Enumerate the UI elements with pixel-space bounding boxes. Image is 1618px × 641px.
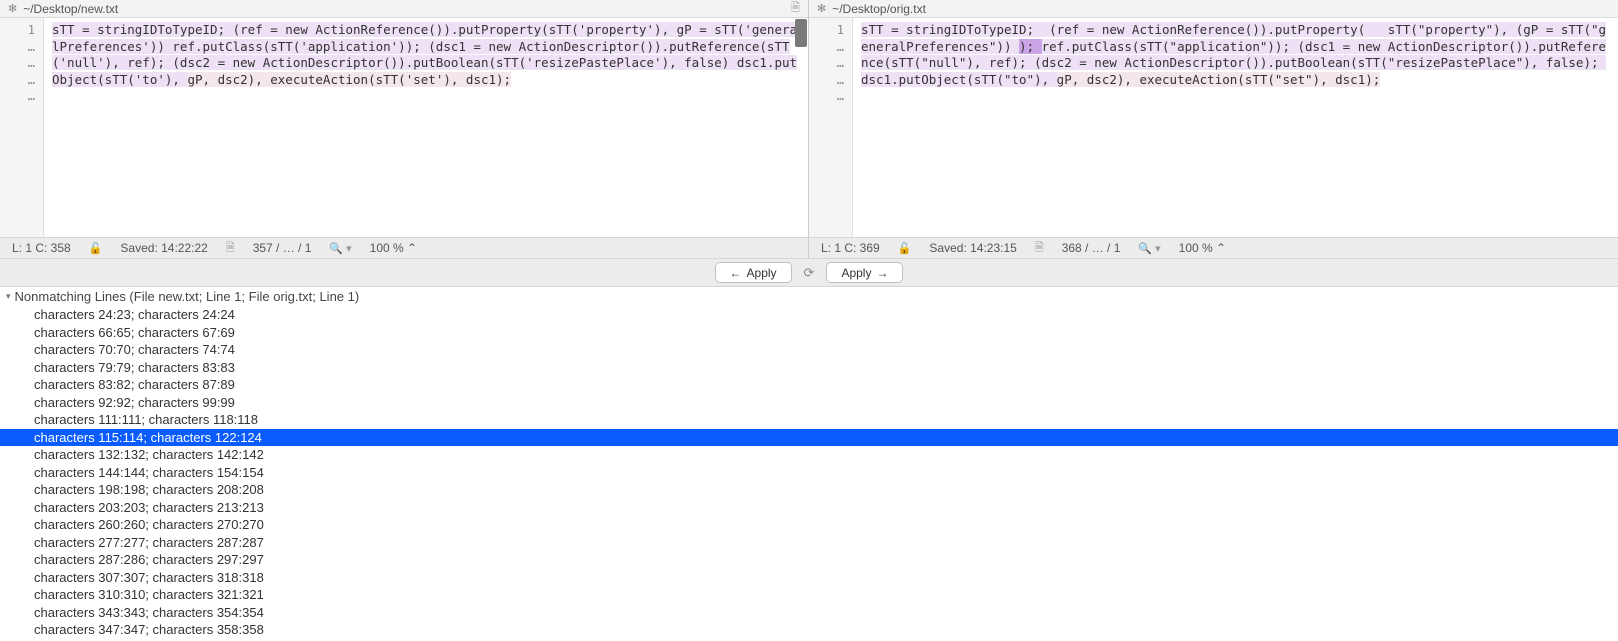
- pane-left-titlebar: ✻ ~/Desktop/new.txt 🗎: [0, 0, 808, 18]
- document-icon[interactable]: 🗎: [791, 0, 800, 18]
- result-item[interactable]: characters 83:82; characters 87:89: [0, 376, 1618, 394]
- gear-icon[interactable]: ✻: [8, 2, 17, 15]
- pages-right: 368 / … / 1: [1062, 241, 1121, 255]
- apply-left-label: Apply: [747, 266, 777, 280]
- pane-right-titlebar: ✻ ~/Desktop/orig.txt: [809, 0, 1618, 18]
- status-right: L: 1 C: 369 🔓 Saved: 14:23:15 🗎 368 / … …: [809, 237, 1618, 259]
- result-item[interactable]: characters 144:144; characters 154:154: [0, 464, 1618, 482]
- pane-left: ✻ ~/Desktop/new.txt 🗎 1………… sTT = string…: [0, 0, 809, 259]
- saved-right: Saved: 14:23:15: [929, 241, 1016, 255]
- result-item[interactable]: characters 343:343; characters 354:354: [0, 604, 1618, 622]
- apply-right-label: Apply: [841, 266, 871, 280]
- search-icon[interactable]: 🔍 ▾: [1138, 242, 1160, 255]
- pane-right: ✻ ~/Desktop/orig.txt 1………… sTT = stringI…: [809, 0, 1618, 259]
- diff-panes: ✻ ~/Desktop/new.txt 🗎 1………… sTT = string…: [0, 0, 1618, 259]
- result-item[interactable]: characters 260:260; characters 270:270: [0, 516, 1618, 534]
- results-panel: ▾ Nonmatching Lines (File new.txt; Line …: [0, 287, 1618, 641]
- search-icon[interactable]: 🔍 ▾: [329, 242, 351, 255]
- diff-toolbar: ← Apply ⟳ Apply →: [0, 259, 1618, 287]
- refresh-icon[interactable]: ⟳: [804, 265, 815, 281]
- cursor-pos-left: L: 1 C: 358: [12, 241, 71, 255]
- code-right[interactable]: sTT = stringIDToTypeID; (ref = new Actio…: [853, 18, 1618, 237]
- app-root: ✻ ~/Desktop/new.txt 🗎 1………… sTT = string…: [0, 0, 1618, 641]
- code-left[interactable]: sTT = stringIDToTypeID; (ref = new Actio…: [44, 18, 808, 237]
- page-icon: 🗎: [1035, 239, 1044, 258]
- result-item[interactable]: characters 115:114; characters 122:124: [0, 429, 1618, 447]
- result-item[interactable]: characters 198:198; characters 208:208: [0, 481, 1618, 499]
- gear-icon[interactable]: ✻: [817, 2, 826, 15]
- results-header-row[interactable]: ▾ Nonmatching Lines (File new.txt; Line …: [0, 287, 1618, 306]
- result-item[interactable]: characters 277:277; characters 287:287: [0, 534, 1618, 552]
- result-item[interactable]: characters 70:70; characters 74:74: [0, 341, 1618, 359]
- gutter-right: 1…………: [809, 18, 853, 237]
- apply-left-button[interactable]: ← Apply: [715, 262, 792, 283]
- saved-left: Saved: 14:22:22: [120, 241, 207, 255]
- result-item[interactable]: characters 287:286; characters 297:297: [0, 551, 1618, 569]
- cursor-pos-right: L: 1 C: 369: [821, 241, 880, 255]
- result-item[interactable]: characters 79:79; characters 83:83: [0, 359, 1618, 377]
- result-item[interactable]: characters 66:65; characters 67:69: [0, 324, 1618, 342]
- arrow-right-icon: →: [876, 266, 888, 280]
- result-item[interactable]: characters 307:307; characters 318:318: [0, 569, 1618, 587]
- arrow-left-icon: ←: [730, 266, 742, 280]
- lock-icon: 🔓: [898, 242, 912, 255]
- result-item[interactable]: characters 347:347; characters 358:358: [0, 621, 1618, 639]
- zoom-right[interactable]: 100 % ⌃: [1179, 241, 1226, 255]
- result-item[interactable]: characters 310:310; characters 321:321: [0, 586, 1618, 604]
- pages-left: 357 / … / 1: [253, 241, 312, 255]
- result-item[interactable]: characters 92:92; characters 99:99: [0, 394, 1618, 412]
- pane-right-title: ~/Desktop/orig.txt: [832, 2, 926, 16]
- apply-right-button[interactable]: Apply →: [826, 262, 903, 283]
- disclosure-triangle-icon[interactable]: ▾: [6, 291, 11, 302]
- results-list: characters 24:23; characters 24:24charac…: [0, 306, 1618, 639]
- result-item[interactable]: characters 203:203; characters 213:213: [0, 499, 1618, 517]
- scroll-thumb[interactable]: [795, 19, 807, 47]
- result-item[interactable]: characters 132:132; characters 142:142: [0, 446, 1618, 464]
- page-icon: 🗎: [226, 239, 235, 258]
- zoom-left[interactable]: 100 % ⌃: [370, 241, 417, 255]
- result-item[interactable]: characters 111:111; characters 118:118: [0, 411, 1618, 429]
- scrollbar-left[interactable]: [794, 18, 808, 237]
- status-left: L: 1 C: 358 🔓 Saved: 14:22:22 🗎 357 / … …: [0, 237, 808, 259]
- results-header: Nonmatching Lines (File new.txt; Line 1;…: [15, 289, 360, 304]
- editor-right[interactable]: 1………… sTT = stringIDToTypeID; (ref = new…: [809, 18, 1618, 237]
- result-item[interactable]: characters 24:23; characters 24:24: [0, 306, 1618, 324]
- gutter-left: 1…………: [0, 18, 44, 237]
- pane-left-title: ~/Desktop/new.txt: [23, 2, 118, 16]
- editor-left[interactable]: 1………… sTT = stringIDToTypeID; (ref = new…: [0, 18, 808, 237]
- lock-icon: 🔓: [89, 242, 103, 255]
